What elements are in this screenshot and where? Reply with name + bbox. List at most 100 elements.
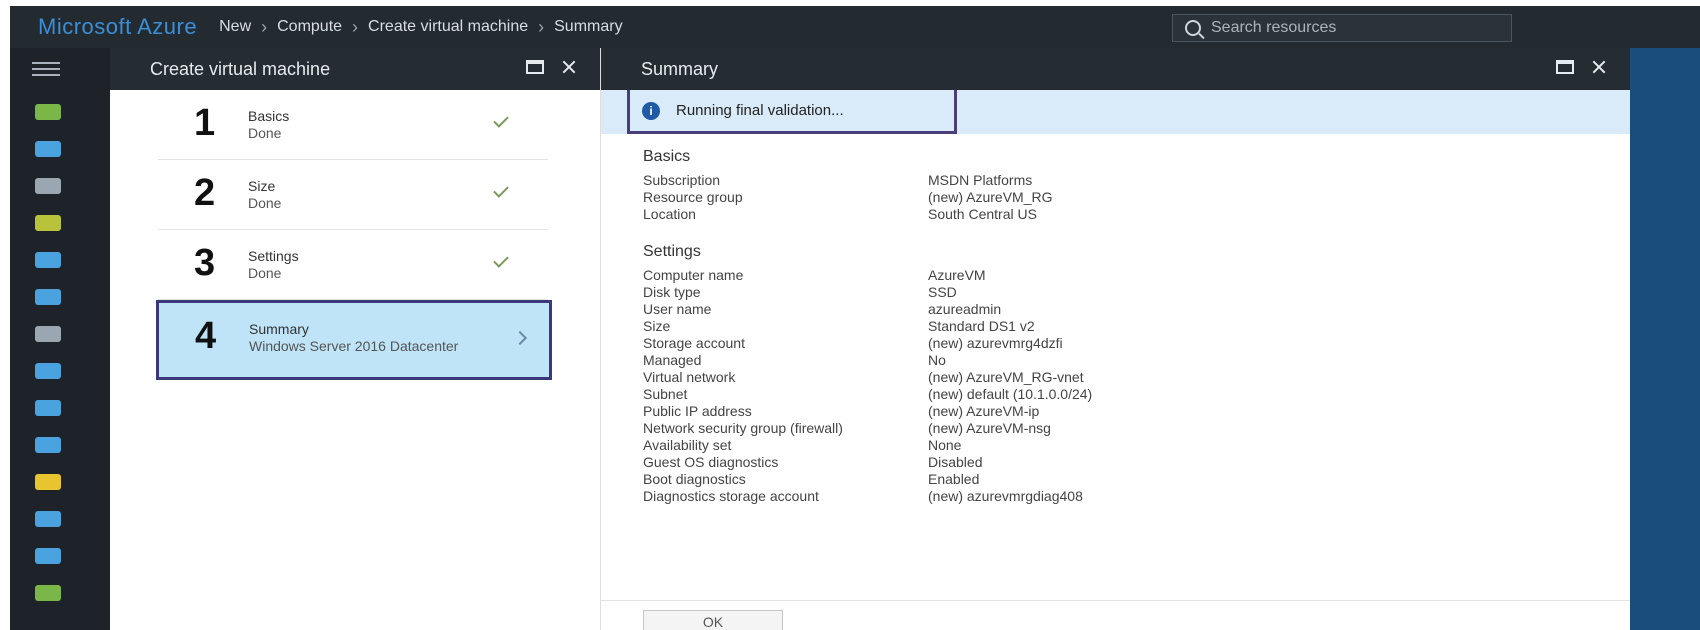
- footer-divider: [601, 600, 1631, 601]
- step-title: Summary: [249, 321, 309, 337]
- validation-message: i Running final validation...: [627, 90, 957, 134]
- validation-text: Running final validation...: [676, 102, 844, 119]
- step-title: Settings: [248, 248, 299, 264]
- step-basics[interactable]: 1 Basics Done: [158, 90, 548, 160]
- summary-key: Resource group: [643, 189, 743, 205]
- summary-row: Availability set None: [643, 437, 1343, 454]
- storage-icon[interactable]: [35, 326, 61, 342]
- summary-value: Disabled: [928, 454, 983, 470]
- create-vm-blade-header: Create virtual machine: [110, 48, 600, 90]
- hamburger-menu-icon[interactable]: [32, 62, 60, 78]
- breadcrumb-compute[interactable]: Compute: [277, 18, 342, 36]
- search-box[interactable]: [1172, 14, 1512, 42]
- summary-key: Disk type: [643, 284, 701, 300]
- summary-row: Storage account (new) azurevmrg4dzfi: [643, 335, 1343, 352]
- summary-key: Virtual network: [643, 369, 736, 385]
- summary-row: Guest OS diagnostics Disabled: [643, 454, 1343, 471]
- summary-key: Size: [643, 318, 671, 334]
- step-status: Done: [248, 195, 282, 211]
- summary-blade: Summary i Running final validation... Ba…: [600, 48, 1631, 630]
- basics-section-title: Basics: [643, 148, 691, 165]
- left-nav-rail: [10, 48, 110, 630]
- breadcrumb-separator-icon: ›: [352, 16, 359, 37]
- search-input[interactable]: [1211, 19, 1501, 37]
- settings-list: Computer name AzureVM Disk type SSD User nam…: [643, 267, 1343, 505]
- breadcrumb-create-vm[interactable]: Create virtual machine: [368, 18, 528, 36]
- summary-row: Subnet (new) default (10.1.0.0/24): [643, 386, 1343, 403]
- cloud-icon[interactable]: [35, 437, 61, 453]
- summary-row: Managed No: [643, 352, 1343, 369]
- summary-details: Basics Subscription MSDN Platforms Resourc…: [643, 148, 1343, 505]
- summary-key: Public IP address: [643, 403, 752, 419]
- summary-value: Standard DS1 v2: [928, 318, 1035, 334]
- summary-key: Subscription: [643, 172, 721, 188]
- step-number: 4: [195, 315, 217, 357]
- breadcrumb-new[interactable]: New: [219, 18, 251, 36]
- summary-key: Diagnostics storage account: [643, 488, 819, 504]
- step-number: 2: [194, 172, 216, 214]
- breadcrumb-summary[interactable]: Summary: [554, 18, 622, 36]
- summary-key: Location: [643, 206, 696, 222]
- step-number: 1: [194, 102, 216, 144]
- step-size[interactable]: 2 Size Done: [158, 160, 548, 230]
- ok-button[interactable]: OK: [643, 610, 783, 630]
- summary-value: (new) azurevmrgdiag408: [928, 488, 1083, 504]
- marketplace-icon[interactable]: [35, 585, 61, 601]
- dashboard-icon[interactable]: [35, 141, 61, 157]
- monitor-icon[interactable]: [35, 548, 61, 564]
- summary-value: (new) AzureVM-nsg: [928, 420, 1051, 436]
- resource-groups-icon[interactable]: [35, 178, 61, 194]
- sql-icon[interactable]: [35, 289, 61, 305]
- summary-key: Managed: [643, 352, 702, 368]
- step-status: Done: [248, 125, 282, 141]
- summary-row: User name azureadmin: [643, 301, 1343, 318]
- maximize-icon[interactable]: [526, 60, 544, 74]
- plus-icon[interactable]: [35, 104, 61, 120]
- key-icon[interactable]: [35, 474, 61, 490]
- summary-value: (new) AzureVM_RG-vnet: [928, 369, 1084, 385]
- summary-row: Diagnostics storage account (new) azurevm…: [643, 488, 1343, 505]
- network-icon[interactable]: [35, 511, 61, 527]
- summary-row: Disk type SSD: [643, 284, 1343, 301]
- summary-value: azureadmin: [928, 301, 1002, 317]
- summary-value: AzureVM: [928, 267, 986, 283]
- close-icon[interactable]: [560, 60, 578, 74]
- summary-value: (new) default (10.1.0.0/24): [928, 386, 1093, 402]
- create-vm-blade: Create virtual machine 1 Basics Done 2 S…: [110, 48, 600, 630]
- summary-key: Boot diagnostics: [643, 471, 746, 487]
- summary-row: Size Standard DS1 v2: [643, 318, 1343, 335]
- summary-value: Enabled: [928, 471, 980, 487]
- step-summary[interactable]: 4 Summary Windows Server 2016 Datacenter: [156, 300, 552, 380]
- close-icon[interactable]: [1590, 60, 1608, 74]
- summary-value: South Central US: [928, 206, 1037, 222]
- maximize-icon[interactable]: [1556, 60, 1574, 74]
- dashboard-background: [1630, 48, 1700, 630]
- step-number: 3: [194, 242, 216, 284]
- portal-frame: Microsoft Azure New › Compute › Create v…: [10, 6, 1700, 630]
- top-bar: Microsoft Azure New › Compute › Create v…: [10, 6, 1700, 48]
- settings-section-title: Settings: [643, 243, 701, 260]
- summary-row: Virtual network (new) AzureVM_RG-vnet: [643, 369, 1343, 386]
- summary-key: Guest OS diagnostics: [643, 454, 779, 470]
- summary-blade-header: Summary: [601, 48, 1630, 90]
- create-vm-blade-title: Create virtual machine: [150, 58, 331, 79]
- cloud-services-icon[interactable]: [35, 400, 61, 416]
- summary-value: MSDN Platforms: [928, 172, 1033, 188]
- virtual-machines-icon[interactable]: [35, 363, 61, 379]
- summary-row: Resource group (new) AzureVM_RG: [643, 189, 1343, 206]
- breadcrumb-separator-icon: ›: [538, 16, 545, 37]
- all-resources-icon[interactable]: [35, 215, 61, 231]
- info-icon: i: [642, 101, 660, 120]
- summary-key: Subnet: [643, 386, 688, 402]
- summary-blade-title: Summary: [641, 58, 719, 79]
- step-status: Windows Server 2016 Datacenter: [249, 338, 459, 354]
- app-services-icon[interactable]: [35, 252, 61, 268]
- step-settings[interactable]: 3 Settings Done: [158, 230, 548, 300]
- summary-key: Network security group (firewall): [643, 420, 843, 436]
- summary-key: Computer name: [643, 267, 744, 283]
- breadcrumb: New › Compute › Create virtual machine ›…: [219, 17, 632, 38]
- step-title: Basics: [248, 108, 290, 124]
- brand-logo[interactable]: Microsoft Azure: [10, 14, 197, 40]
- summary-value: (new) azurevmrg4dzfi: [928, 335, 1063, 351]
- summary-key: Availability set: [643, 437, 732, 453]
